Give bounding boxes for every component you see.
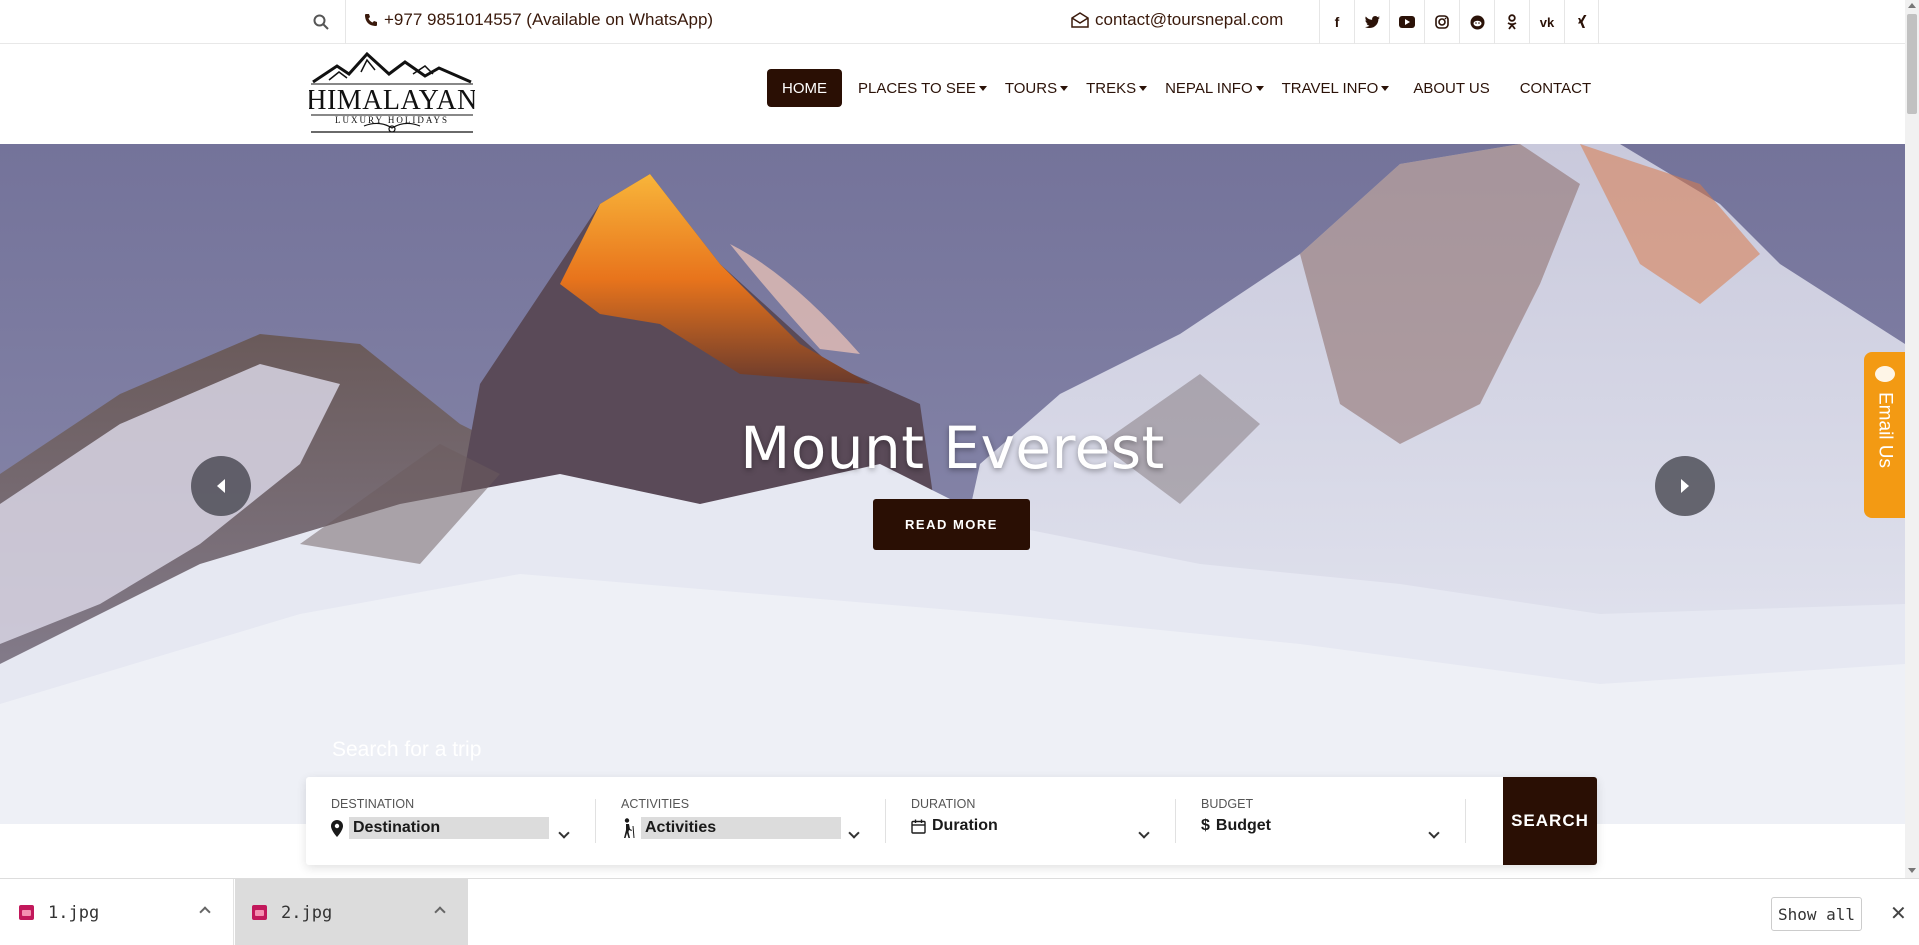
xing-icon[interactable] — [1564, 0, 1599, 44]
close-icon[interactable]: ✕ — [1890, 901, 1907, 925]
reddit-icon[interactable] — [1459, 0, 1494, 44]
activities-label: ACTIVITIES — [621, 797, 690, 811]
download-item[interactable]: 1.jpg — [0, 879, 234, 945]
activities-field[interactable]: ACTIVITIES Activities — [596, 777, 886, 865]
destination-field[interactable]: DESTINATION Destination — [306, 777, 596, 865]
slider-prev-button[interactable] — [191, 456, 251, 516]
chat-bubble-icon — [1874, 366, 1895, 382]
facebook-icon[interactable]: f — [1319, 0, 1354, 44]
download-item[interactable]: 2.jpg — [235, 879, 468, 945]
odnoklassniki-icon[interactable] — [1494, 0, 1529, 44]
nav-nepal-info[interactable]: NEPAL INFO — [1156, 69, 1273, 107]
search-icon — [313, 14, 329, 30]
budget-label: BUDGET — [1201, 797, 1254, 811]
logo-name: HIMALAYAN — [309, 85, 475, 116]
download-bar: 1.jpg 2.jpg Show all ✕ — [0, 878, 1919, 945]
image-file-icon — [252, 905, 267, 920]
download-filename: 2.jpg — [281, 902, 333, 923]
chevron-up-icon[interactable] — [434, 906, 446, 918]
envelope-icon — [1071, 12, 1089, 28]
instagram-icon[interactable] — [1424, 0, 1459, 44]
vk-icon[interactable]: vk — [1529, 0, 1564, 44]
page-scrollbar[interactable] — [1905, 0, 1919, 878]
logo-tagline: LUXURY HOLIDAYS — [335, 115, 449, 125]
budget-select[interactable]: Budget — [1216, 817, 1271, 835]
duration-select[interactable]: Duration — [932, 817, 998, 835]
hiker-icon — [624, 818, 635, 838]
phone-icon — [365, 14, 377, 26]
nav-contact[interactable]: CONTACT — [1505, 69, 1606, 107]
show-all-button[interactable]: Show all — [1771, 897, 1862, 931]
destination-select[interactable]: Destination — [349, 817, 549, 839]
nav-places-to-see[interactable]: PLACES TO SEE — [849, 69, 996, 107]
site-logo[interactable]: HIMALAYAN LUXURY HOLIDAYS — [306, 51, 477, 134]
calendar-icon — [911, 819, 926, 834]
social-links: f vk — [1319, 0, 1599, 44]
email-us-tab[interactable]: Email Us — [1864, 352, 1905, 518]
image-file-icon — [19, 905, 34, 920]
chevron-up-icon[interactable] — [199, 906, 211, 918]
caret-down-icon — [1255, 85, 1264, 91]
map-pin-icon — [331, 819, 343, 837]
youtube-icon[interactable] — [1389, 0, 1424, 44]
main-nav: HOME PLACES TO SEE TOURS TREKS NEPAL INF… — [767, 69, 1606, 107]
dollar-icon: $ — [1201, 817, 1210, 834]
arrow-right-icon — [1681, 479, 1689, 493]
destination-label: DESTINATION — [331, 797, 415, 811]
site-header: HIMALAYAN LUXURY HOLIDAYS HOME PLACES TO… — [0, 44, 1905, 144]
activities-select[interactable]: Activities — [641, 817, 841, 839]
slider-next-button[interactable] — [1655, 456, 1715, 516]
hero-background-image — [0, 144, 1905, 824]
nav-treks[interactable]: TREKS — [1077, 69, 1156, 107]
nav-home[interactable]: HOME — [767, 69, 842, 107]
nav-about-us[interactable]: ABOUT US — [1398, 69, 1504, 107]
duration-label: DURATION — [911, 797, 976, 811]
email-address: contact@toursnepal.com — [1095, 10, 1284, 29]
caret-down-icon — [1060, 85, 1069, 91]
nav-travel-info[interactable]: TRAVEL INFO — [1273, 69, 1399, 107]
scroll-down-icon[interactable] — [1908, 868, 1916, 873]
duration-field[interactable]: DURATION Duration — [886, 777, 1176, 865]
email-us-label: Email Us — [1874, 392, 1896, 469]
caret-down-icon — [1381, 85, 1390, 91]
hero-slider: Mount Everest READ MORE Search for a tri… — [0, 144, 1905, 824]
caret-down-icon — [978, 85, 987, 91]
phone-contact[interactable]: +977 9851014557 (Available on WhatsApp) — [364, 0, 713, 40]
phone-number: +977 9851014557 (Available on WhatsApp) — [384, 10, 714, 29]
read-more-button[interactable]: READ MORE — [873, 499, 1030, 550]
email-contact[interactable]: contact@toursnepal.com — [1071, 0, 1283, 40]
nav-tours[interactable]: TOURS — [996, 69, 1077, 107]
budget-field[interactable]: BUDGET $ Budget — [1176, 777, 1466, 865]
search-button[interactable]: SEARCH — [1503, 777, 1597, 865]
hero-title: Mount Everest — [740, 414, 1165, 482]
search-heading: Search for a trip — [332, 738, 482, 761]
arrow-left-icon — [217, 479, 225, 493]
caret-down-icon — [1139, 85, 1148, 91]
trip-search-form: DESTINATION Destination ACTIVITIES Activ… — [306, 777, 1597, 865]
scrollbar-thumb[interactable] — [1907, 14, 1917, 114]
scroll-up-icon[interactable] — [1908, 3, 1916, 8]
download-filename: 1.jpg — [48, 902, 100, 923]
page: +977 9851014557 (Available on WhatsApp) … — [0, 0, 1919, 945]
top-bar: +977 9851014557 (Available on WhatsApp) … — [0, 0, 1905, 44]
twitter-icon[interactable] — [1354, 0, 1389, 44]
search-toggle[interactable] — [296, 0, 346, 44]
